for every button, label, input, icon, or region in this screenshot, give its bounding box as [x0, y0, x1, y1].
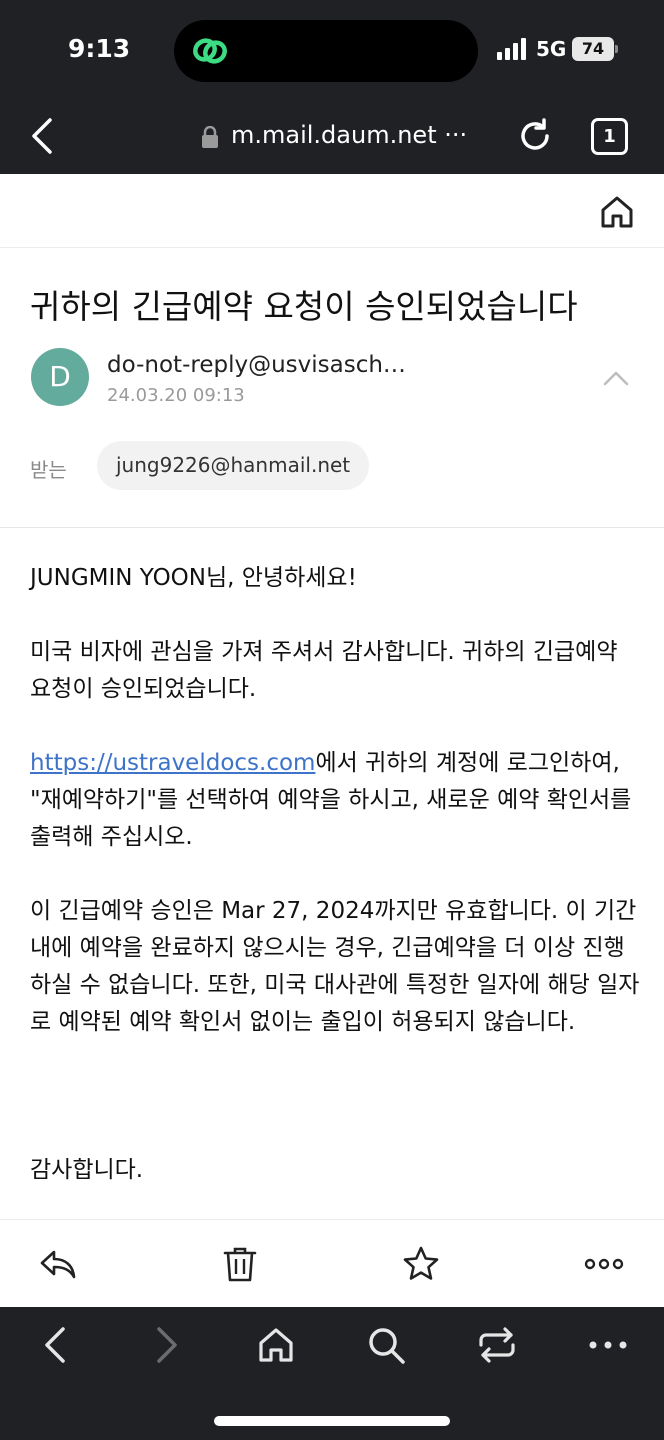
recipient-chip[interactable]: jung9226@hanmail.net: [97, 441, 370, 490]
menu-dots-icon[interactable]: [588, 1325, 628, 1365]
reply-icon[interactable]: [38, 1244, 78, 1284]
address-bar-url[interactable]: m.mail.daum.net ···: [231, 121, 467, 149]
body-paragraph-3: 이 긴급예약 승인은 Mar 27, 2024까지만 유효합니다. 이 기간내에…: [30, 898, 640, 1035]
body-paragraph-1: 미국 비자에 관심을 가져 주셔서 감사합니다. 귀하의 긴급예약 요청이 승인…: [30, 639, 618, 702]
mail-action-toolbar: [0, 1219, 664, 1307]
sender-avatar: D: [31, 348, 89, 406]
dynamic-island: [174, 20, 478, 82]
link-icon: [193, 38, 227, 64]
network-type: 5G: [536, 37, 567, 61]
chevron-up-icon[interactable]: [602, 368, 630, 388]
tab-count-button[interactable]: 1: [591, 118, 628, 155]
lock-icon: [202, 126, 218, 148]
home-indicator: [214, 1416, 450, 1426]
body-closing: 감사합니다.: [30, 1157, 144, 1183]
battery-tip: [615, 45, 618, 53]
reload-icon[interactable]: [516, 117, 554, 155]
status-time: 9:13: [68, 34, 131, 63]
trash-icon[interactable]: [220, 1244, 260, 1284]
body-greeting: JUNGMIN YOON님, 안녕하세요!: [30, 565, 357, 591]
browser-back-button[interactable]: [28, 116, 58, 156]
signal-icon: [497, 38, 526, 60]
recipient-label: 받는: [30, 458, 67, 482]
header-divider: [0, 527, 664, 528]
email-body: JUNGMIN YOON님, 안녕하세요! 미국 비자에 관심을 가져 주셔서 …: [30, 560, 640, 1226]
body-paragraph-2: https://ustraveldocs.com에서 귀하의 계정에 로그인하여…: [30, 745, 640, 856]
home-icon[interactable]: [256, 1325, 296, 1365]
more-dots-icon[interactable]: [584, 1244, 624, 1284]
battery-level: 74: [572, 37, 614, 61]
sender-address[interactable]: do-not-reply@usvisaschedule.com: [107, 352, 407, 378]
forward-icon: [157, 1327, 177, 1363]
email-date: 24.03.20 09:13: [107, 385, 245, 406]
star-icon[interactable]: [401, 1244, 441, 1284]
tabs-switch-icon[interactable]: [477, 1325, 517, 1365]
search-icon[interactable]: [366, 1325, 406, 1365]
mail-home-icon[interactable]: [598, 193, 636, 231]
ustraveldocs-link[interactable]: https://ustraveldocs.com: [30, 750, 315, 776]
back-icon[interactable]: [36, 1325, 76, 1365]
mail-header-bar: [0, 174, 664, 248]
email-subject: 귀하의 긴급예약 요청이 승인되었습니다: [30, 287, 578, 326]
